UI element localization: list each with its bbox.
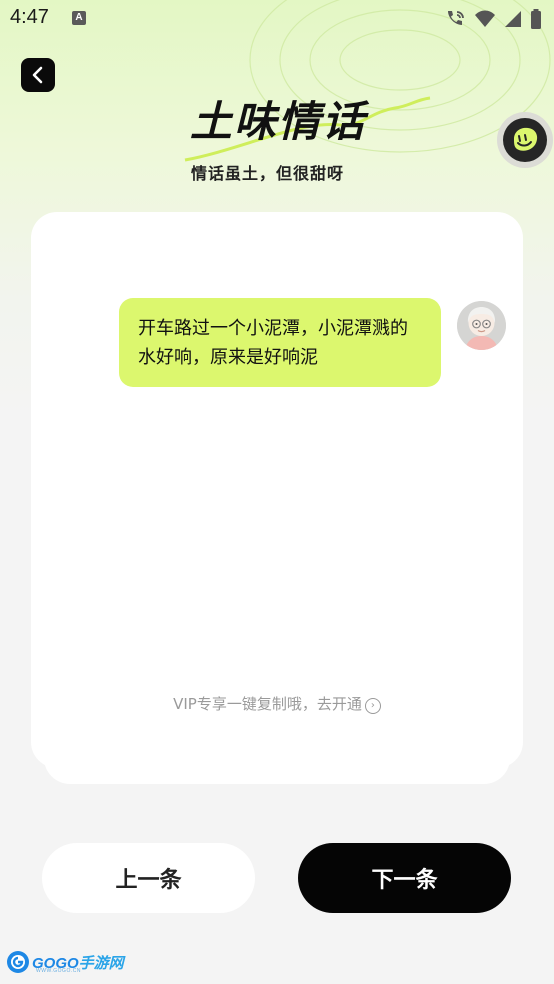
gogo-logo-icon — [7, 951, 29, 973]
mascot-button[interactable] — [497, 112, 553, 168]
chevron-right-circle-icon: › — [364, 698, 381, 714]
page-title: 土味情话 — [190, 97, 367, 146]
gogo-watermark: GOGO手游网 WWW.GOGO.CN — [6, 948, 124, 976]
status-time: 4:47 — [10, 6, 49, 28]
message-card — [31, 212, 523, 768]
vip-copy-tip[interactable]: VIP专享一键复制哦，去开通 › — [0, 693, 554, 714]
prev-button[interactable]: 上一条 — [42, 843, 255, 913]
notification-badge: A — [72, 11, 86, 25]
vip-tip-text: VIP专享一键复制哦，去开通 — [173, 695, 362, 713]
status-bar: 4:47 A — [0, 0, 554, 38]
avatar-elder-icon — [457, 301, 506, 350]
wifi-icon — [475, 10, 495, 27]
message-bubble[interactable]: 开车路过一个小泥潭，小泥潭溅的水好响，原来是好响泥 — [119, 298, 441, 387]
battery-icon — [531, 9, 541, 29]
chevron-left-icon — [32, 66, 43, 84]
avatar — [457, 301, 506, 350]
page-subtitle: 情话虽土，但很甜呀 — [191, 164, 345, 183]
watermark-url: WWW.GOGO.CN — [36, 968, 81, 974]
wifi-call-icon — [448, 11, 464, 25]
smile-face-icon — [514, 127, 538, 151]
signal-icon — [505, 11, 521, 27]
watermark-brand-cn: 手游网 — [78, 954, 124, 972]
next-button[interactable]: 下一条 — [298, 843, 511, 913]
back-button[interactable] — [21, 58, 55, 92]
